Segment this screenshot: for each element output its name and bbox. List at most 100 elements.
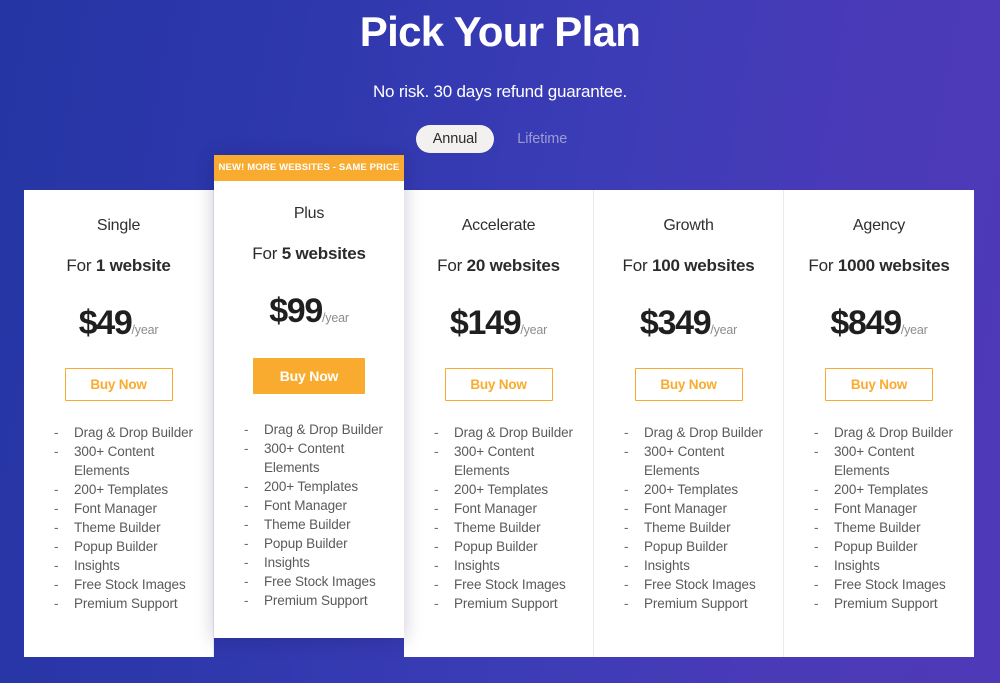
feature-list: - Drag & Drop Builder -300+ Content Elemen… bbox=[784, 423, 974, 613]
plan-card-body: Agency For 1000 websites $849/year Buy Now bbox=[784, 190, 974, 401]
bullet-dash-icon: - bbox=[434, 482, 439, 497]
feature-item: - Free Stock Images bbox=[624, 577, 756, 592]
page-title: Pick Your Plan bbox=[359, 8, 641, 55]
feature-item: - Premium Support bbox=[244, 593, 368, 608]
billing-period-toggle[interactable]: Annual Lifetime bbox=[0, 124, 1000, 154]
bullet-dash-icon: - bbox=[434, 444, 439, 459]
bullet-dash-icon: - bbox=[54, 482, 59, 497]
feature-item: - Theme Builder bbox=[624, 520, 731, 535]
buy-now-button[interactable]: Buy Now bbox=[64, 368, 173, 401]
bullet-dash-icon: - bbox=[814, 444, 819, 459]
feature-item: - Font Manager bbox=[244, 498, 347, 513]
feature-item: -300+ Content Elements bbox=[434, 444, 535, 478]
plan-price: $349/year bbox=[606, 278, 771, 350]
buy-now-button[interactable]: Buy Now bbox=[444, 368, 553, 401]
feature-item: - Font Manager bbox=[434, 501, 537, 516]
plan-card-body: Growth For 100 websites $349/year Buy Now bbox=[594, 190, 783, 401]
bullet-dash-icon: - bbox=[624, 558, 629, 573]
feature-item: - Premium Support bbox=[814, 596, 938, 611]
feature-item: - Drag & Drop Builder bbox=[434, 425, 573, 440]
bullet-dash-icon: - bbox=[244, 593, 249, 608]
feature-item: - Popup Builder bbox=[434, 539, 538, 554]
plan-websites: For 1000 websites bbox=[808, 256, 950, 275]
bullet-dash-icon: - bbox=[624, 577, 629, 592]
bullet-dash-icon: - bbox=[624, 596, 629, 611]
bullet-dash-icon: - bbox=[624, 482, 629, 497]
price-period: /year bbox=[131, 323, 159, 337]
feature-item: - Theme Builder bbox=[814, 520, 921, 535]
bullet-dash-icon: - bbox=[814, 596, 819, 611]
bullet-dash-icon: - bbox=[434, 520, 439, 535]
bullet-dash-icon: - bbox=[814, 501, 819, 516]
bullet-dash-icon: - bbox=[244, 555, 249, 570]
price-amount: $349 bbox=[639, 304, 712, 342]
bullet-dash-icon: - bbox=[814, 425, 819, 440]
bullet-dash-icon: - bbox=[244, 441, 249, 456]
feature-item: - Drag & Drop Builder bbox=[54, 425, 193, 440]
feature-item: -200+ Templates bbox=[434, 482, 549, 497]
price-period: /year bbox=[322, 311, 349, 325]
feature-item: -300+ Content Elements bbox=[244, 441, 345, 475]
plan-price: $149/year bbox=[416, 278, 581, 350]
feature-item: -200+ Templates bbox=[814, 482, 929, 497]
feature-item: - Premium Support bbox=[624, 596, 748, 611]
bullet-dash-icon: - bbox=[54, 520, 59, 535]
feature-list: - Drag & Drop Builder -300+ Content Elemen… bbox=[594, 423, 783, 613]
pricing-cards-row: Single For 1 website $49/year Buy Now - Drag … bbox=[24, 155, 978, 657]
feature-item: -200+ Templates bbox=[54, 482, 169, 497]
bullet-dash-icon: - bbox=[624, 425, 629, 440]
feature-item: - Font Manager bbox=[814, 501, 917, 516]
toggle-option-lifetime[interactable]: Lifetime bbox=[500, 125, 584, 153]
plan-websites: For 1 website bbox=[66, 256, 171, 275]
plan-price: $99/year bbox=[226, 266, 392, 338]
feature-item: - Popup Builder bbox=[244, 536, 348, 551]
plan-websites: For 20 websites bbox=[437, 256, 560, 275]
feature-item: - Popup Builder bbox=[54, 539, 158, 554]
feature-item: - Free Stock Images bbox=[244, 574, 376, 589]
feature-item: - Popup Builder bbox=[624, 539, 728, 554]
feature-item: - Insights bbox=[814, 558, 880, 573]
bullet-dash-icon: - bbox=[244, 517, 249, 532]
price-period: /year bbox=[710, 323, 738, 337]
bullet-dash-icon: - bbox=[244, 422, 249, 437]
plan-price: $49/year bbox=[36, 278, 201, 350]
feature-list: - Drag & Drop Builder -300+ Content Elemen… bbox=[24, 423, 213, 613]
pricing-header: Pick Your Plan No risk. 30 days refund g… bbox=[0, 0, 1000, 154]
plan-card-body: Plus For 5 websites $99/year Buy Now bbox=[214, 181, 404, 394]
plan-name: Plus bbox=[293, 205, 325, 222]
plan-name: Agency bbox=[852, 217, 906, 234]
bullet-dash-icon: - bbox=[814, 520, 819, 535]
featured-badge: NEW! MORE WEBSITES - SAME PRICE bbox=[214, 155, 404, 181]
bullet-dash-icon: - bbox=[54, 444, 59, 459]
bullet-dash-icon: - bbox=[244, 574, 249, 589]
plan-card-body: Accelerate For 20 websites $149/year Buy No… bbox=[404, 190, 593, 401]
buy-now-button[interactable]: Buy Now bbox=[253, 358, 365, 394]
feature-item: -200+ Templates bbox=[244, 479, 359, 494]
feature-item: -300+ Content Elements bbox=[814, 444, 915, 478]
plan-name: Accelerate bbox=[461, 217, 536, 234]
feature-item: - Font Manager bbox=[624, 501, 727, 516]
plan-price: $849/year bbox=[796, 278, 962, 350]
bullet-dash-icon: - bbox=[624, 520, 629, 535]
price-amount: $849 bbox=[830, 304, 902, 342]
bullet-dash-icon: - bbox=[434, 539, 439, 554]
bullet-dash-icon: - bbox=[54, 539, 59, 554]
plan-card-plus: NEW! MORE WEBSITES - SAME PRICE Plus For 5… bbox=[214, 155, 404, 638]
bullet-dash-icon: - bbox=[624, 444, 629, 459]
feature-item: -200+ Templates bbox=[624, 482, 739, 497]
feature-item: - Premium Support bbox=[434, 596, 558, 611]
feature-item: - Insights bbox=[54, 558, 120, 573]
page-subtitle: No risk. 30 days refund guarantee. bbox=[372, 82, 628, 101]
buy-now-button[interactable]: Buy Now bbox=[825, 368, 933, 401]
plan-websites: For 5 websites bbox=[252, 244, 366, 263]
bullet-dash-icon: - bbox=[814, 482, 819, 497]
toggle-option-annual[interactable]: Annual bbox=[415, 125, 495, 153]
plan-card-single: Single For 1 website $49/year Buy Now - Drag … bbox=[24, 190, 214, 657]
feature-item: -300+ Content Elements bbox=[54, 444, 155, 478]
feature-item: -300+ Content Elements bbox=[624, 444, 725, 478]
feature-item: - Drag & Drop Builder bbox=[624, 425, 763, 440]
bullet-dash-icon: - bbox=[814, 539, 819, 554]
buy-now-button[interactable]: Buy Now bbox=[634, 368, 743, 401]
bullet-dash-icon: - bbox=[244, 536, 249, 551]
bullet-dash-icon: - bbox=[54, 596, 59, 611]
